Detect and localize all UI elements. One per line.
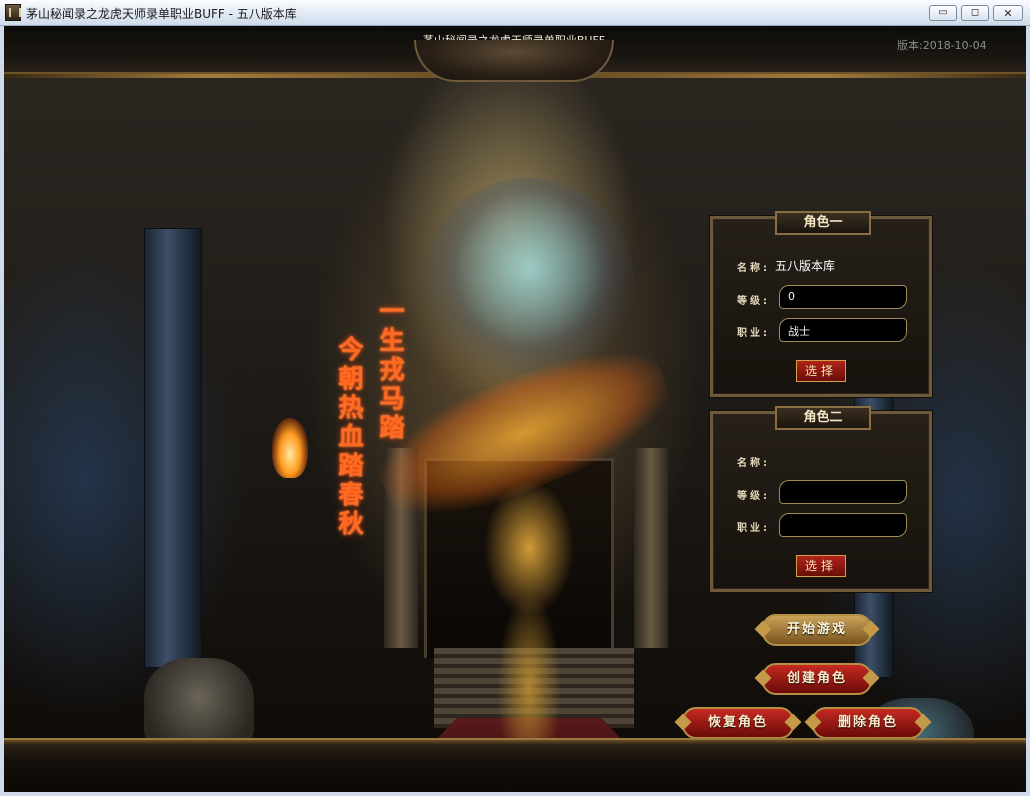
start-game-button[interactable]: 开始游戏: [762, 614, 872, 646]
level-label: 等级:: [737, 491, 770, 502]
maximize-button[interactable]: ◻: [961, 5, 989, 21]
game-screen: 今朝热血踏春秋 一生戎马踏 茅山秘闻录之龙虎天师录单职业BUFF 版本:2018…: [4, 26, 1026, 792]
temple-column-right: [634, 448, 668, 648]
character-panel-two: 角色二 名称: 等级: 职业: 选择: [710, 406, 932, 592]
header-ornament: [414, 40, 614, 82]
version-label: 版本:2018-10-04: [897, 39, 987, 52]
character-one-select-button[interactable]: 选择: [796, 360, 846, 382]
minimize-button[interactable]: ▭: [929, 5, 957, 21]
game-footer-bar: [4, 738, 1026, 792]
level-label: 等级:: [737, 296, 770, 307]
delete-role-button[interactable]: 删除角色: [812, 707, 924, 739]
window-title: 茅山秘闻录之龙虎天师录单职业BUFF - 五八版本库: [26, 7, 297, 21]
character-panel-one: 角色一 名称: 五八版本库 等级: 0 职业: 战士 选择: [710, 211, 932, 397]
create-role-button[interactable]: 创建角色: [762, 663, 872, 695]
stone-pillar-left: [144, 228, 202, 668]
job-label: 职业:: [737, 523, 770, 534]
character-one-job-field[interactable]: 战士: [779, 318, 907, 342]
wall-torch: [272, 418, 308, 478]
character-one-level-field[interactable]: 0: [779, 285, 907, 309]
warrior-character: [454, 418, 604, 778]
restore-role-button[interactable]: 恢复角色: [682, 707, 794, 739]
game-app-icon[interactable]: [5, 4, 21, 21]
character-two-level-field[interactable]: [779, 480, 907, 504]
character-two-select-button[interactable]: 选择: [796, 555, 846, 577]
slogan-column-1: 今朝热血踏春秋: [335, 336, 364, 539]
job-label: 职业:: [737, 328, 770, 339]
character-one-name: 五八版本库: [775, 259, 836, 273]
character-two-job-field[interactable]: [779, 513, 907, 537]
window-titlebar: 茅山秘闻录之龙虎天师录单职业BUFF - 五八版本库 ▭ ◻ ✕: [0, 0, 1030, 26]
temple-background: [4, 78, 1026, 792]
name-label: 名称:: [737, 458, 770, 469]
slogan-column-2: 一生戎马踏: [376, 298, 405, 443]
character-two-title: 角色二: [775, 406, 871, 430]
name-label: 名称:: [737, 263, 770, 274]
character-one-title: 角色一: [775, 211, 871, 235]
close-button[interactable]: ✕: [993, 5, 1023, 21]
